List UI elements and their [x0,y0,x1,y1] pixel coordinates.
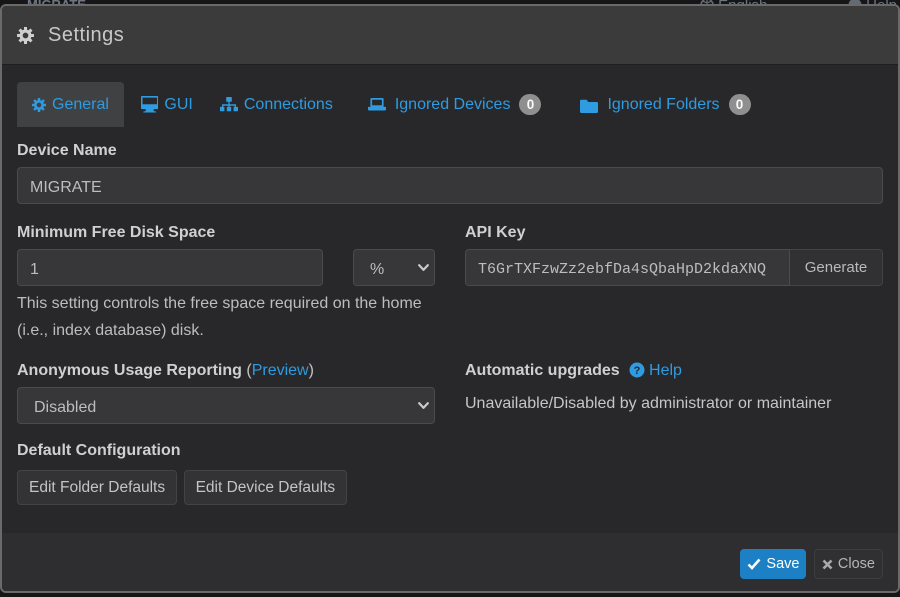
svg-text:?: ? [633,365,640,377]
